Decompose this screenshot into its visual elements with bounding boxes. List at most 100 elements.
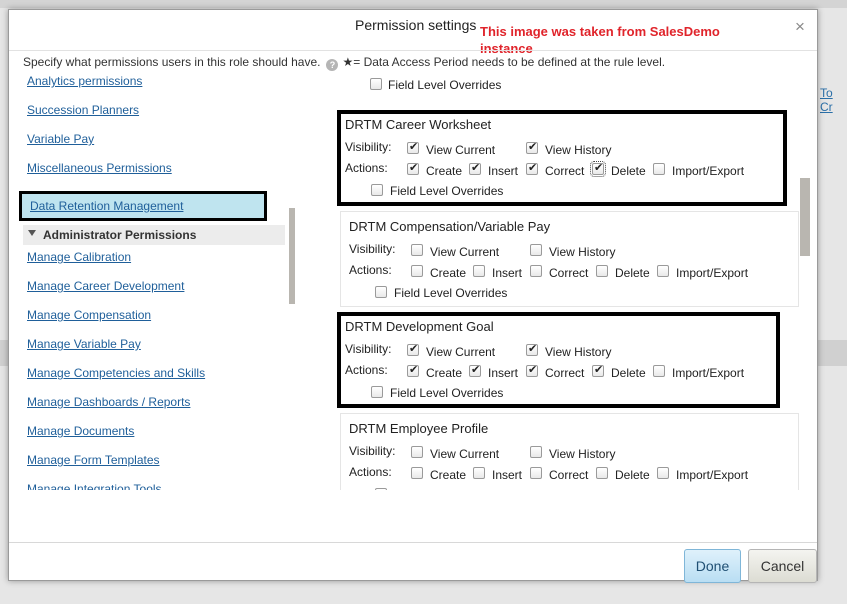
- field-overrides-checkbox[interactable]: [375, 488, 387, 490]
- nav-item-variable-pay[interactable]: Variable Pay: [27, 132, 94, 146]
- description-text: Specify what permissions users in this r…: [23, 55, 321, 69]
- create-checkbox[interactable]: [407, 363, 419, 377]
- nav-item-manage-competencies-skills[interactable]: Manage Competencies and Skills: [27, 366, 205, 380]
- nav-item-data-retention-management[interactable]: Data Retention Management: [19, 191, 267, 221]
- nav-item-succession-planners[interactable]: Succession Planners: [27, 103, 139, 117]
- create-label: Create: [430, 266, 467, 280]
- nav-item-manage-compensation[interactable]: Manage Compensation: [27, 308, 151, 322]
- visibility-label: Visibility:: [349, 242, 396, 256]
- nav-item-manage-variable-pay[interactable]: Manage Variable Pay: [27, 337, 141, 351]
- insert-checkbox[interactable]: [473, 265, 485, 277]
- import-export-checkbox[interactable]: [653, 365, 665, 377]
- field-overrides-label: Field Level Overrides: [388, 78, 502, 92]
- nav-section-administrator-permissions[interactable]: Administrator Permissions: [23, 225, 285, 245]
- nav-scrollbar-thumb[interactable]: [289, 208, 295, 304]
- insert-label: Insert: [488, 164, 519, 178]
- delete-checkbox[interactable]: [596, 467, 608, 479]
- nav-item-manage-form-templates[interactable]: Manage Form Templates: [27, 453, 160, 467]
- dialog-description: Specify what permissions users in this r…: [23, 55, 665, 71]
- view-history-label: View History: [549, 245, 616, 259]
- delete-label: Delete: [611, 366, 646, 380]
- nav-item-manage-career-development[interactable]: Manage Career Development: [27, 279, 184, 293]
- delete-checkbox[interactable]: [590, 161, 606, 177]
- permission-card-development-goal: DRTM Development Goal Visibility: View C…: [337, 312, 780, 408]
- field-overrides-checkbox[interactable]: [371, 386, 383, 398]
- close-icon[interactable]: ×: [795, 17, 805, 37]
- insert-checkbox[interactable]: [469, 161, 481, 175]
- view-history-checkbox[interactable]: [526, 140, 538, 154]
- card-title: DRTM Employee Profile: [349, 421, 489, 436]
- view-history-label: View History: [545, 345, 612, 359]
- create-label: Create: [426, 366, 463, 380]
- data-access-note: ★= Data Access Period needs to be define…: [342, 55, 666, 69]
- view-history-checkbox[interactable]: [530, 244, 542, 256]
- field-overrides-checkbox[interactable]: [371, 184, 383, 196]
- insert-label: Insert: [492, 266, 523, 280]
- visibility-label: Visibility:: [349, 444, 396, 458]
- nav-item-manage-integration-tools[interactable]: Manage Integration Tools: [27, 482, 162, 490]
- permission-card-compensation-variable-pay: DRTM Compensation/Variable Pay Visibilit…: [340, 211, 799, 307]
- insert-checkbox[interactable]: [469, 363, 481, 377]
- view-current-checkbox[interactable]: [407, 342, 419, 356]
- visibility-label: Visibility:: [345, 342, 392, 356]
- background-link[interactable]: To Cr: [820, 86, 847, 114]
- card-title: DRTM Development Goal: [345, 319, 494, 334]
- panel-scrollbar-thumb[interactable]: [800, 178, 810, 256]
- create-checkbox[interactable]: [407, 161, 419, 175]
- correct-checkbox[interactable]: [526, 363, 538, 377]
- permission-category-nav: Analytics permissions Succession Planner…: [15, 70, 295, 490]
- view-current-label: View Current: [430, 447, 500, 461]
- nav-item-analytics-permissions[interactable]: Analytics permissions: [27, 74, 142, 88]
- correct-label: Correct: [545, 366, 585, 380]
- card-title: DRTM Compensation/Variable Pay: [349, 219, 551, 234]
- done-button[interactable]: Done: [684, 549, 741, 583]
- card-title: DRTM Career Worksheet: [345, 117, 492, 132]
- screenshot-source-note: This image was taken from SalesDemo inst…: [480, 24, 720, 56]
- delete-label: Delete: [615, 468, 650, 482]
- permission-card-career-worksheet: DRTM Career Worksheet Visibility: View C…: [337, 110, 787, 206]
- actions-label: Actions:: [345, 363, 388, 377]
- field-overrides-label: Field Level Overrides: [390, 184, 504, 198]
- create-checkbox[interactable]: [411, 265, 423, 277]
- permission-panel: Field Level Overrides DRTM Career Worksh…: [327, 70, 815, 490]
- create-checkbox[interactable]: [411, 467, 423, 479]
- nav-item-manage-calibration[interactable]: Manage Calibration: [27, 250, 131, 264]
- import-export-checkbox[interactable]: [657, 467, 669, 479]
- delete-checkbox[interactable]: [596, 265, 608, 277]
- footer-divider: [9, 542, 817, 543]
- view-current-label: View Current: [426, 143, 496, 157]
- import-export-checkbox[interactable]: [653, 163, 665, 175]
- delete-label: Delete: [615, 266, 650, 280]
- background-band-top: [0, 0, 847, 8]
- insert-label: Insert: [488, 366, 519, 380]
- import-export-label: Import/Export: [672, 164, 745, 178]
- import-export-label: Import/Export: [672, 366, 745, 380]
- view-current-checkbox[interactable]: [407, 140, 419, 154]
- field-overrides-label: Field Level Overrides: [394, 286, 508, 300]
- view-history-label: View History: [549, 447, 616, 461]
- field-overrides-checkbox[interactable]: [375, 286, 387, 298]
- correct-checkbox[interactable]: [526, 161, 538, 175]
- view-current-checkbox[interactable]: [411, 446, 423, 458]
- correct-checkbox[interactable]: [530, 467, 542, 479]
- actions-label: Actions:: [349, 465, 392, 479]
- view-history-label: View History: [545, 143, 612, 157]
- view-history-checkbox[interactable]: [526, 342, 538, 356]
- delete-checkbox[interactable]: [592, 363, 604, 377]
- insert-label: Insert: [492, 468, 523, 482]
- import-export-checkbox[interactable]: [657, 265, 669, 277]
- actions-label: Actions:: [345, 161, 388, 175]
- view-current-checkbox[interactable]: [411, 244, 423, 256]
- nav-item-miscellaneous-permissions[interactable]: Miscellaneous Permissions: [27, 161, 172, 175]
- view-history-checkbox[interactable]: [530, 446, 542, 458]
- correct-checkbox[interactable]: [530, 265, 542, 277]
- create-label: Create: [430, 468, 467, 482]
- insert-checkbox[interactable]: [473, 467, 485, 479]
- view-current-label: View Current: [430, 245, 500, 259]
- nav-item-manage-dashboards-reports[interactable]: Manage Dashboards / Reports: [27, 395, 190, 409]
- cancel-button[interactable]: Cancel: [748, 549, 817, 583]
- import-export-label: Import/Export: [676, 468, 749, 482]
- view-current-label: View Current: [426, 345, 496, 359]
- field-overrides-checkbox-prev[interactable]: [370, 78, 382, 90]
- nav-item-manage-documents[interactable]: Manage Documents: [27, 424, 134, 438]
